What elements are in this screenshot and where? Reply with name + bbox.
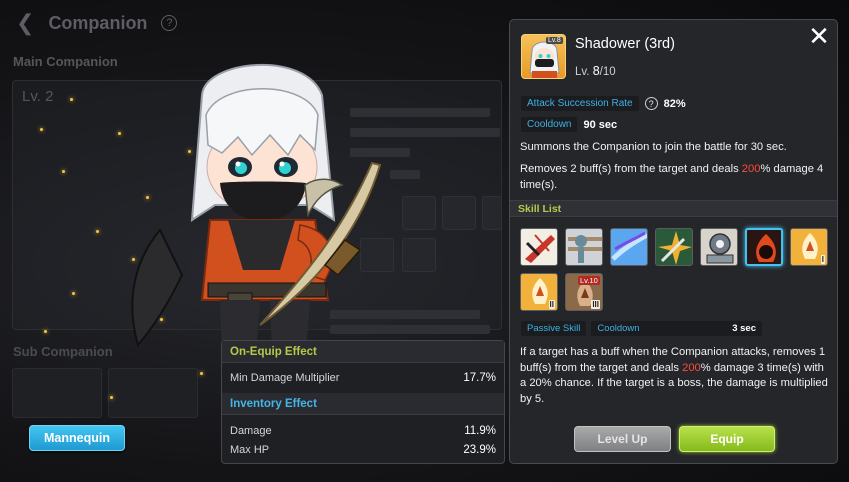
skill-level-badge: Lv.10: [578, 276, 600, 285]
bg-skill-slot: [442, 196, 476, 230]
cooldown-value: 90 sec: [583, 118, 618, 131]
help-icon[interactable]: ?: [161, 15, 178, 31]
sub-companion-label: Sub Companion: [13, 344, 113, 359]
portrait-level-tag: Lv.8: [546, 37, 563, 44]
sparkle-icon: [62, 170, 65, 173]
skill-dagger-icon[interactable]: [655, 228, 693, 266]
desc-text: Removes 2 buff(s) from the target and de…: [520, 163, 742, 175]
skill-list-title: Skill List: [510, 200, 837, 217]
effect-label: Max HP: [230, 443, 270, 456]
skill-wind-icon[interactable]: [610, 228, 648, 266]
sparkle-icon: [96, 230, 99, 233]
cooldown-row: Cooldown 90 sec: [521, 116, 617, 133]
passive-info-bar: Passive Skill Cooldown 3 sec: [521, 320, 762, 336]
effect-label: Damage: [230, 424, 272, 437]
cooldown-label: Cooldown: [521, 117, 578, 132]
skill-fire-emblem-2-icon[interactable]: II: [520, 273, 558, 311]
attack-succession-value: 82%: [663, 97, 686, 110]
sparkle-icon: [72, 292, 75, 295]
skill-fire-emblem-icon[interactable]: I: [790, 228, 828, 266]
skill-level: Lv. 8/10: [575, 64, 616, 78]
skill-tier-label: II: [548, 300, 555, 309]
effect-row: Damage 11.9%: [222, 421, 504, 440]
sparkle-icon: [70, 98, 73, 101]
skill-fire-emblem-3-icon[interactable]: Lv.10 III: [565, 273, 603, 311]
skill-level-prefix: Lv.: [575, 66, 590, 78]
sparkle-icon: [110, 396, 113, 399]
attack-succession-row: Attack Succession Rate ? 82%: [521, 95, 686, 112]
skill-description-summon: Summons the Companion to join the battle…: [520, 141, 787, 153]
page-title: Companion: [48, 12, 148, 33]
effect-panel: On-Equip Effect Min Damage Multiplier 17…: [221, 340, 505, 464]
sub-companion-slot: [12, 368, 102, 418]
sparkle-icon: [200, 372, 203, 375]
desc-highlight: 200: [741, 163, 761, 175]
equip-button[interactable]: Equip: [679, 426, 775, 452]
skill-shadow-flame-icon[interactable]: [745, 228, 783, 266]
skill-tile-icon[interactable]: [700, 228, 738, 266]
mannequin-button[interactable]: Mannequin: [29, 425, 125, 451]
skill-description-effect: Removes 2 buff(s) from the target and de…: [520, 162, 832, 193]
attack-succession-label: Attack Succession Rate: [521, 96, 639, 111]
effect-value: 23.9%: [463, 443, 496, 456]
close-icon[interactable]: ✕: [808, 23, 830, 49]
inventory-effect-header: Inventory Effect: [222, 393, 504, 415]
effect-row: Max HP 23.9%: [222, 440, 504, 459]
skill-level-max: /10: [599, 66, 616, 78]
skill-slash-icon[interactable]: [520, 228, 558, 266]
skill-level-current: 8: [592, 64, 600, 78]
effect-value: 11.9%: [464, 424, 496, 437]
passive-cooldown: Cooldown 3 sec: [591, 320, 762, 336]
skill-name: Shadower (3rd): [575, 36, 675, 52]
back-arrow-icon[interactable]: ❮: [16, 12, 34, 34]
desc-highlight: 200: [682, 361, 701, 374]
companion-header: ❮ Companion ?: [16, 12, 178, 34]
on-equip-effect-header: On-Equip Effect: [222, 341, 504, 363]
passive-description: If a target has a buff when the Companio…: [520, 345, 832, 407]
skill-tier-label: I: [820, 255, 825, 264]
companion-character-illustration: [131, 64, 382, 353]
skill-totem-icon[interactable]: [565, 228, 603, 266]
skill-tier-label: III: [591, 300, 600, 309]
companion-portrait: Lv.8: [521, 34, 566, 79]
sparkle-icon: [44, 330, 47, 333]
sparkle-icon: [40, 128, 43, 131]
passive-cooldown-value: 3 sec: [732, 322, 756, 334]
main-companion-label: Main Companion: [13, 54, 118, 69]
passive-cooldown-label: Cooldown: [597, 322, 640, 334]
sub-companion-slot: [108, 368, 198, 418]
help-icon[interactable]: ?: [644, 97, 658, 110]
main-companion-level: Lv. 2: [22, 88, 54, 105]
level-up-button[interactable]: Level Up: [574, 426, 671, 452]
passive-skill-label: Passive Skill: [521, 320, 587, 336]
bg-skill-slot: [482, 196, 502, 230]
skill-detail-panel: ✕ Lv.8 Shadower (3rd) Lv. 8/10 Attack Su…: [509, 19, 838, 464]
effect-row: Min Damage Multiplier 17.7%: [222, 363, 504, 393]
effect-label: Min Damage Multiplier: [230, 372, 340, 384]
effect-value: 17.7%: [463, 372, 496, 384]
